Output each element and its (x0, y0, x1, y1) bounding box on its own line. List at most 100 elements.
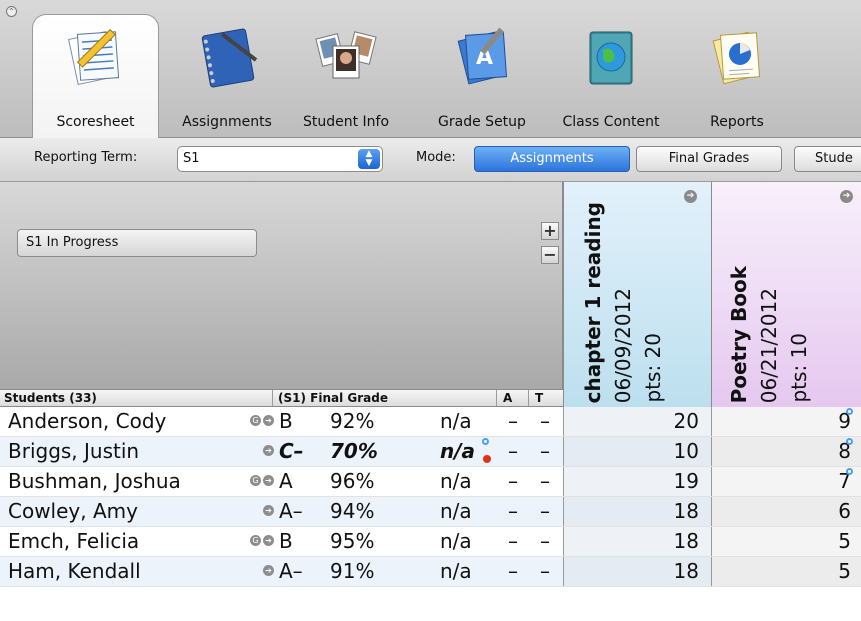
final-percent: 91% (330, 559, 375, 583)
a-column-header[interactable]: A (503, 391, 512, 405)
tab-label: Scoresheet (56, 114, 135, 130)
expand-plus-button[interactable]: + (541, 222, 559, 240)
tab-grade-setup[interactable]: A Grade Setup (427, 14, 537, 138)
final-na: n/a (440, 529, 472, 553)
assignment-title: chapter 1 reading (581, 201, 605, 403)
score-cell[interactable]: 9 (711, 407, 861, 436)
final-percent: 95% (330, 529, 375, 553)
final-percent: 96% (330, 469, 375, 493)
tab-label: Grade Setup (438, 114, 526, 130)
final-grade-column-header[interactable]: (S1) Final Grade (278, 391, 388, 405)
g-circle-icon[interactable]: G (250, 475, 261, 486)
g-circle-icon[interactable]: G (250, 415, 261, 426)
t-value: – (540, 439, 550, 463)
final-letter-grade: A (279, 469, 293, 493)
arrow-right-circle-icon[interactable]: ➔ (263, 505, 274, 516)
final-letter-grade: C– (279, 439, 304, 463)
final-na: n/a (440, 559, 472, 583)
tab-label: Student Info (302, 114, 390, 130)
score-cell[interactable]: 5 (711, 557, 861, 586)
arrow-right-circle-icon[interactable]: ➔ (263, 445, 274, 456)
arrow-right-circle-icon[interactable]: ➔ (263, 415, 274, 426)
score-cell[interactable]: 5 (711, 527, 861, 556)
comment-indicator-icon (482, 438, 489, 445)
table-row[interactable]: Ham, Kendall ➔ A– 91% n/a – – 18 5 (0, 557, 861, 587)
arrow-right-circle-icon[interactable]: ➔ (263, 475, 274, 486)
tab-label: Assignments (182, 114, 272, 130)
score-cell[interactable]: 8 (711, 437, 861, 466)
arrow-right-circle-icon[interactable]: ➔ (684, 190, 697, 203)
student-name: Bushman, Joshua (8, 469, 181, 493)
class-content-globe-icon (589, 31, 633, 85)
final-letter-grade: A– (279, 499, 303, 523)
score-cell[interactable]: 7 (711, 467, 861, 496)
tab-class-content[interactable]: Class Content (552, 14, 670, 138)
updown-arrows-icon: ▲ ▼ (358, 149, 380, 169)
score-cell[interactable]: 10 (563, 437, 711, 466)
table-row[interactable]: Cowley, Amy ➔ A– 94% n/a – – 18 6 (0, 497, 861, 527)
students-column-header[interactable]: Students (33) (4, 391, 97, 405)
reporting-term-label: Reporting Term: (34, 150, 138, 165)
a-value: – (508, 439, 518, 463)
mode-students-button[interactable]: Stude (794, 146, 861, 172)
final-letter-grade: A– (279, 559, 303, 583)
score-cell[interactable]: 19 (563, 467, 711, 496)
arrow-right-circle-icon[interactable]: ➔ (263, 535, 274, 546)
g-circle-icon[interactable]: G (250, 535, 261, 546)
reporting-term-value: S1 (183, 151, 200, 166)
score-cell[interactable]: 18 (563, 527, 711, 556)
assignment-points: pts: 20 (641, 333, 665, 403)
term-status-button[interactable]: S1 In Progress (17, 229, 257, 257)
comment-indicator-icon (846, 438, 853, 445)
final-na: n/a (440, 439, 476, 463)
assignment-points: pts: 10 (787, 333, 811, 403)
mode-assignments-button[interactable]: Assignments (474, 146, 630, 172)
mode-bar: Reporting Term: S1 ▲ ▼ Mode: Assignments … (0, 138, 861, 182)
tab-label: Reports (710, 114, 764, 130)
toolbar: ⌃ Scoresheet Assignments Student Info A … (0, 0, 861, 138)
grade-setup-icon: A (457, 27, 508, 85)
tab-student-info[interactable]: Student Info (287, 14, 405, 138)
t-value: – (540, 559, 550, 583)
tab-reports[interactable]: Reports (690, 14, 784, 138)
table-row[interactable]: Anderson, Cody G ➔ B 92% n/a – – 20 9 (0, 407, 861, 437)
final-percent: 94% (330, 499, 375, 523)
reporting-term-select[interactable]: S1 ▲ ▼ (177, 146, 383, 172)
student-name: Emch, Felicia (8, 529, 140, 553)
assignment-column-header[interactable]: ➔ Poetry Book 06/21/2012 pts: 10 (711, 182, 861, 407)
score-cell[interactable]: 6 (711, 497, 861, 526)
t-column-header[interactable]: T (535, 391, 543, 405)
student-name: Ham, Kendall (8, 559, 141, 583)
scoresheet-icon (67, 28, 119, 86)
arrow-right-circle-icon[interactable]: ➔ (263, 565, 274, 576)
window-toggle-icon[interactable]: ⌃ (6, 6, 17, 17)
student-name: Briggs, Justin (8, 439, 140, 463)
t-value: – (540, 529, 550, 553)
student-name: Cowley, Amy (8, 499, 138, 523)
score-cell[interactable]: 18 (563, 497, 711, 526)
mode-final-grades-button[interactable]: Final Grades (636, 146, 782, 172)
final-na: n/a (440, 409, 472, 433)
tab-assignments[interactable]: Assignments (173, 14, 281, 138)
tab-scoresheet[interactable]: Scoresheet (32, 14, 159, 138)
student-table: Anderson, Cody G ➔ B 92% n/a – – 20 9 Bri… (0, 407, 861, 621)
assignment-column-header[interactable]: ➔ chapter 1 reading 06/09/2012 pts: 20 (563, 182, 711, 407)
score-cell[interactable]: 18 (563, 557, 711, 586)
table-row[interactable]: Bushman, Joshua G ➔ A 96% n/a – – 19 7 (0, 467, 861, 497)
final-percent: 92% (330, 409, 375, 433)
a-value: – (508, 529, 518, 553)
final-letter-grade: B (279, 409, 293, 433)
table-row[interactable]: Emch, Felicia G ➔ B 95% n/a – – 18 5 (0, 527, 861, 557)
score-cell[interactable]: 20 (563, 407, 711, 436)
t-value: – (540, 409, 550, 433)
alert-indicator-icon (483, 455, 491, 463)
student-photos-icon (315, 31, 377, 79)
student-name: Anderson, Cody (8, 409, 167, 433)
final-percent: 70% (330, 439, 378, 463)
collapse-minus-button[interactable]: − (541, 246, 559, 264)
final-na: n/a (440, 499, 472, 523)
table-row[interactable]: Briggs, Justin ➔ C– 70% n/a – – 10 8 (0, 437, 861, 467)
final-na: n/a (440, 469, 472, 493)
a-value: – (508, 499, 518, 523)
arrow-right-circle-icon[interactable]: ➔ (840, 190, 853, 203)
